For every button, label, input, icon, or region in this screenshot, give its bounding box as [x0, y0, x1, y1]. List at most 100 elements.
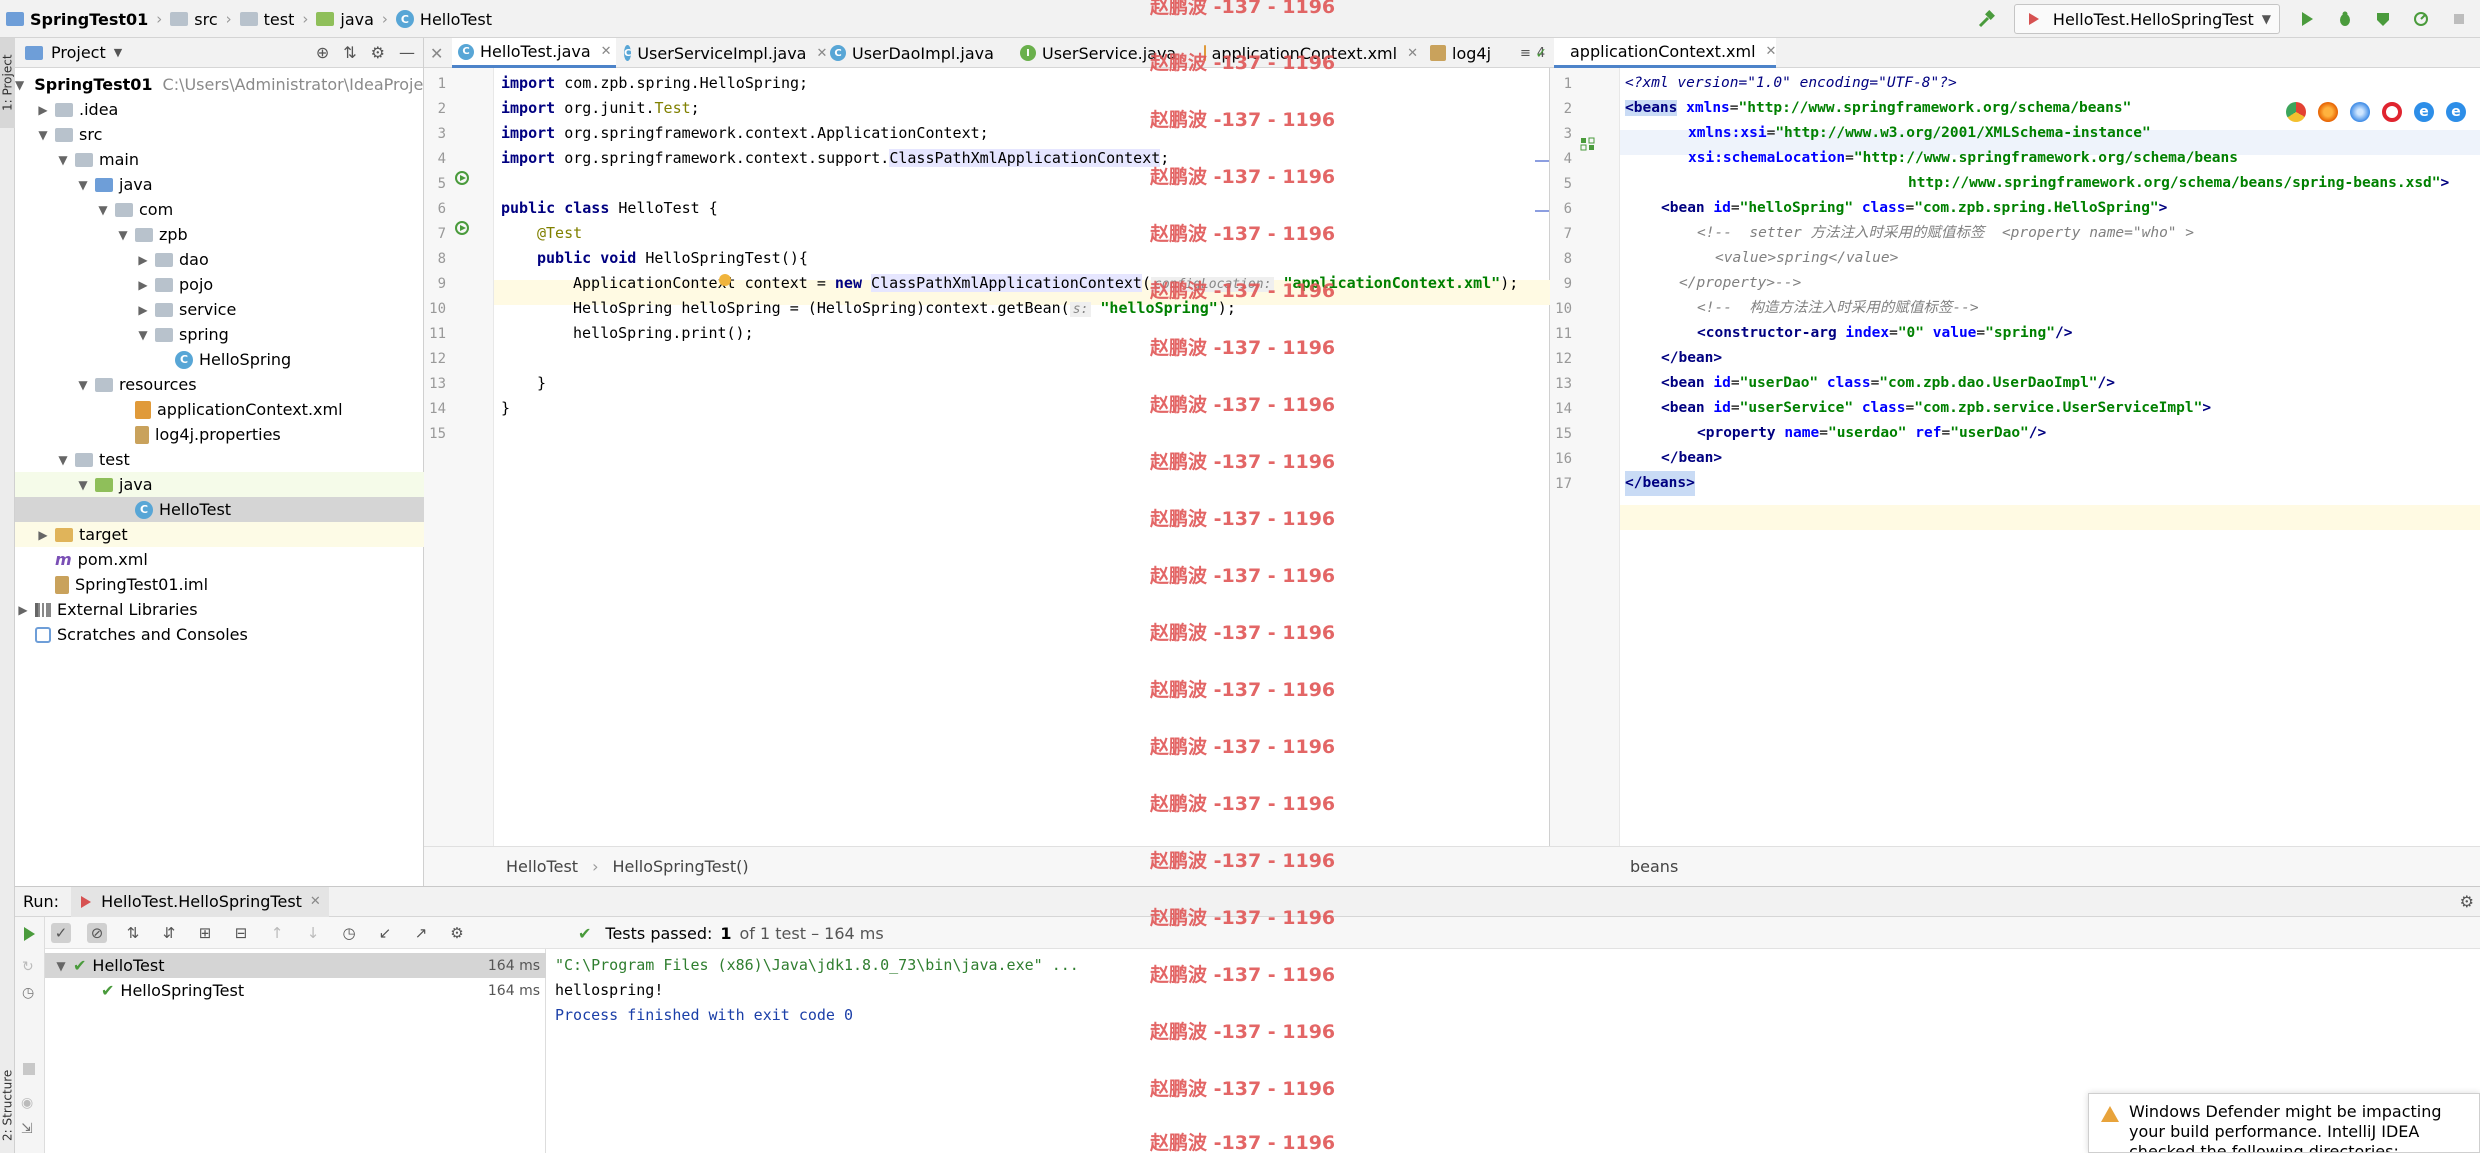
gear-icon[interactable]: ⚙ [2460, 892, 2474, 911]
chevron-down-icon[interactable]: ▼ [15, 78, 24, 92]
safari-icon[interactable] [2350, 102, 2370, 122]
tab-hellotest-java[interactable]: C HelloTest.java ✕ [452, 38, 616, 68]
chrome-icon[interactable] [2286, 102, 2306, 122]
tree-node-iml[interactable]: SpringTest01.iml [15, 572, 424, 597]
chevron-right-icon[interactable]: ▶ [135, 303, 151, 317]
tree-node-main[interactable]: ▼ main [15, 147, 424, 172]
tree-node-log4j-properties[interactable]: log4j.properties [15, 422, 424, 447]
close-icon[interactable]: ✕ [1766, 44, 1777, 59]
show-passed-icon[interactable]: ✓ [51, 922, 71, 943]
collapse-all-icon[interactable]: ⇅ [343, 43, 356, 62]
chevron-down-icon[interactable]: ▼ [114, 46, 122, 59]
tab-log4j[interactable]: log4j [1420, 38, 1506, 68]
tree-node-hellospring[interactable]: C HelloSpring [15, 347, 424, 372]
tree-node-spring[interactable]: ▼ spring [15, 322, 424, 347]
chevron-down-icon[interactable]: ▼ [55, 153, 71, 167]
import-tests-icon[interactable]: ↙ [375, 923, 395, 943]
run-test-method-icon[interactable] [454, 220, 470, 236]
breadcrumb-item-src[interactable]: src [170, 10, 218, 29]
chevron-right-icon[interactable]: ▶ [35, 103, 51, 117]
edge-icon[interactable]: e [2446, 102, 2466, 122]
breadcrumb-item-hellotest[interactable]: C HelloTest [395, 10, 492, 29]
previous-failed-icon[interactable]: ↑ [267, 923, 287, 943]
intention-bulb-icon[interactable] [719, 274, 731, 286]
gear-icon[interactable]: ⚙ [371, 43, 385, 62]
test-row-hellotest[interactable]: ▼ ✔ HelloTest 164 ms [45, 953, 546, 978]
close-editor-icon[interactable]: ✕ [424, 38, 452, 68]
code-area[interactable]: import com.zpb.spring.HelloSpring; impor… [494, 68, 1550, 846]
tree-node-target[interactable]: ▶ target [15, 522, 424, 547]
tree-node-service[interactable]: ▶ service [15, 297, 424, 322]
bean-config-icon[interactable] [1580, 136, 1596, 152]
tree-node-idea[interactable]: ▶ .idea [15, 97, 424, 122]
export-tests-icon[interactable]: ↗ [411, 923, 431, 943]
close-icon[interactable]: ✕ [1407, 46, 1418, 61]
history-icon[interactable]: ◷ [339, 923, 359, 943]
coverage-icon[interactable] [2372, 8, 2394, 30]
tab-applicationcontext-xml[interactable]: applicationContext.xml ✕ [1554, 38, 1776, 68]
tree-node-pom-xml[interactable]: m pom.xml [15, 547, 424, 572]
tree-node-zpb[interactable]: ▼ zpb [15, 222, 424, 247]
tree-node-test[interactable]: ▼ test [15, 447, 424, 472]
chevron-right-icon[interactable]: ▶ [35, 528, 51, 542]
tree-node-src[interactable]: ▼ src [15, 122, 424, 147]
show-ignored-icon[interactable]: ⊘ [87, 922, 107, 943]
run-test-class-icon[interactable] [454, 170, 470, 186]
scroll-marker[interactable] [1535, 160, 1549, 162]
stop-icon[interactable] [23, 1063, 35, 1075]
project-view-select[interactable]: Project [51, 43, 106, 62]
tree-node-com[interactable]: ▼ com [15, 197, 424, 222]
chevron-down-icon[interactable]: ▼ [95, 203, 111, 217]
tab-userserviceimpl-java[interactable]: C UserServiceImpl.java ✕ [618, 38, 827, 68]
chevron-down-icon[interactable]: ▼ [135, 328, 151, 342]
tree-node-external-libraries[interactable]: ▶ External Libraries [15, 597, 424, 622]
stop-icon[interactable] [2448, 8, 2470, 30]
internet-explorer-icon[interactable]: e [2414, 102, 2434, 122]
structure-tool-window-button[interactable]: 2: Structure [0, 1058, 15, 1153]
test-row-hellospringtest[interactable]: ✔ HelloSpringTest 164 ms [45, 978, 546, 1003]
tree-node-applicationcontext-xml[interactable]: applicationContext.xml [15, 397, 424, 422]
chevron-right-icon[interactable]: ▶ [135, 278, 151, 292]
close-icon[interactable]: ✕ [310, 894, 321, 909]
sort-duration-icon[interactable]: ⇵ [159, 923, 179, 943]
breadcrumb-item-project[interactable]: SpringTest01 [6, 10, 148, 29]
run-icon[interactable] [2296, 8, 2318, 30]
expand-all-icon[interactable]: ⊞ [195, 923, 215, 943]
run-configuration-select[interactable]: HelloTest.HelloSpringTest ▼ [2013, 4, 2280, 34]
tree-node-scratches[interactable]: Scratches and Consoles [15, 622, 424, 647]
locate-file-icon[interactable]: ⊕ [316, 43, 329, 62]
chevron-right-icon[interactable]: ▶ [15, 603, 31, 617]
export-icon[interactable]: ⇲ [21, 1121, 33, 1137]
breadcrumb-item[interactable]: beans [1630, 857, 1678, 876]
chevron-down-icon[interactable]: ▼ [55, 453, 71, 467]
tree-node-springtest01[interactable]: ▼ SpringTest01 C:\Users\Administrator\Ide… [15, 72, 438, 97]
chevron-down-icon[interactable]: ▼ [53, 959, 69, 973]
build-hammer-icon[interactable] [1976, 8, 1998, 30]
code-area[interactable]: <?xml version="1.0" encoding="UTF-8"?> <… [1620, 68, 2480, 846]
debug-bug-icon[interactable] [2334, 8, 2356, 30]
opera-icon[interactable] [2382, 102, 2402, 122]
project-tool-window-button[interactable]: 1: Project [0, 38, 15, 128]
chevron-down-icon[interactable]: ▼ [75, 378, 91, 392]
breadcrumb-item-java[interactable]: java [316, 10, 374, 29]
collapse-all-icon[interactable]: ⊟ [231, 923, 251, 943]
chevron-down-icon[interactable]: ▼ [35, 128, 51, 142]
chevron-down-icon[interactable]: ▼ [75, 178, 91, 192]
tab-userdaoimpl-java[interactable]: C UserDaoImpl.java [824, 38, 1002, 68]
windows-defender-notification[interactable]: Windows Defender might be impacting your… [2088, 1093, 2480, 1153]
sort-alpha-icon[interactable]: ⇅ [123, 923, 143, 943]
rerun-failed-icon[interactable]: ↻ [22, 959, 34, 975]
firefox-icon[interactable] [2318, 102, 2338, 122]
profiler-icon[interactable] [2410, 8, 2432, 30]
camera-icon[interactable]: ◉ [21, 1095, 33, 1111]
tree-node-java[interactable]: ▼ java [15, 172, 424, 197]
chevron-down-icon[interactable]: ▼ [115, 228, 131, 242]
next-failed-icon[interactable]: ↓ [303, 923, 323, 943]
gear-icon[interactable]: ⚙ [447, 923, 467, 943]
toggle-auto-test-icon[interactable]: ◷ [22, 985, 34, 1001]
breadcrumb-item[interactable]: HelloSpringTest() [612, 857, 748, 876]
tree-node-hellotest[interactable]: C HelloTest [15, 497, 424, 522]
scroll-marker[interactable] [1535, 210, 1549, 212]
inspection-ok-icon[interactable]: ✓ [1535, 46, 1547, 62]
breadcrumb-item-test[interactable]: test [239, 10, 294, 29]
